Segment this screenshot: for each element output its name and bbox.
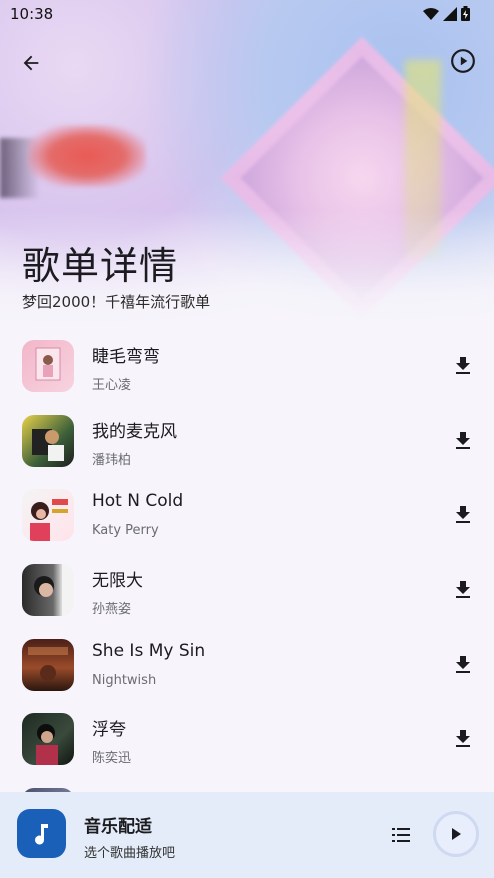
player-title: 音乐配适: [84, 817, 152, 837]
music-note-icon: [34, 823, 48, 845]
battery-icon: [461, 6, 470, 21]
arrow-back-icon: [23, 55, 39, 71]
download-icon[interactable]: [451, 354, 475, 378]
download-icon[interactable]: [451, 503, 475, 527]
status-bar: 10:38: [0, 0, 494, 28]
song-artist: 孙燕姿: [92, 602, 132, 618]
download-icon[interactable]: [451, 429, 475, 453]
song-title: 无限大: [92, 571, 143, 592]
play-icon: [452, 828, 461, 840]
album-cover: [22, 414, 74, 467]
song-title: 浮夸: [92, 720, 126, 741]
song-artist: 王心凌: [92, 378, 132, 393]
song-row[interactable]: She Is My Sin Nightwish: [0, 629, 494, 704]
song-artist: Katy Perry: [92, 523, 159, 539]
playlist-subtitle: 梦回2000！千禧年流行歌单: [22, 293, 211, 311]
song-title: Hot N Cold: [92, 491, 184, 512]
play-circle-icon: [451, 49, 475, 73]
album-cover: [22, 564, 74, 617]
play-all-button[interactable]: [446, 44, 480, 78]
song-row[interactable]: 无限大 孙燕姿: [0, 554, 494, 629]
status-time: 10:38: [10, 5, 54, 23]
mini-player[interactable]: 音乐配适 选个歌曲播放吧: [0, 792, 494, 878]
song-artist: Nightwish: [92, 672, 157, 688]
download-icon[interactable]: [451, 727, 475, 751]
song-artist: 潘玮柏: [92, 452, 132, 468]
player-subtitle: 选个歌曲播放吧: [84, 846, 176, 861]
page-title: 歌单详情: [22, 244, 179, 288]
wifi-icon: [423, 7, 439, 20]
album-cover: [22, 638, 74, 691]
album-cover: [22, 489, 74, 542]
player-artwork[interactable]: [17, 809, 66, 858]
signal-icon: [443, 6, 457, 21]
song-row[interactable]: 浮夸 陈奕迅: [0, 703, 494, 778]
queue-list-icon[interactable]: [389, 823, 413, 847]
artwork-shape: [28, 125, 146, 187]
song-title: 我的麦克风: [92, 421, 177, 442]
back-button[interactable]: [14, 46, 48, 80]
song-row[interactable]: 我的麦克风 潘玮柏: [0, 405, 494, 480]
download-icon[interactable]: [451, 578, 475, 602]
download-icon[interactable]: [451, 653, 475, 677]
album-cover: [22, 340, 74, 392]
song-artist: 陈奕迅: [92, 751, 132, 767]
song-row[interactable]: Hot N Cold Katy Perry: [0, 479, 494, 554]
song-title: 睫毛弯弯: [92, 347, 160, 367]
play-button[interactable]: [433, 811, 479, 857]
song-title: She Is My Sin: [92, 640, 206, 661]
song-row[interactable]: 睫毛弯弯 王心凌: [0, 330, 494, 405]
song-list: 睫毛弯弯 王心凌 我的麦克风 潘玮柏 Hot N Cold Katy Perry…: [0, 330, 494, 853]
status-icons: [423, 6, 470, 21]
album-cover: [22, 713, 74, 766]
